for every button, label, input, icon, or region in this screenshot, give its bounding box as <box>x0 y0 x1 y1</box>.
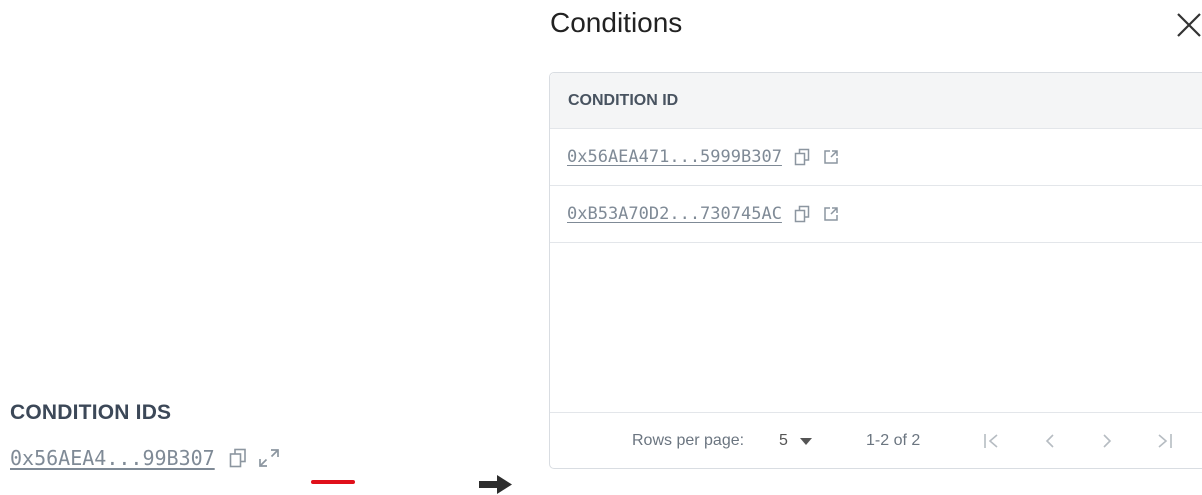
rows-per-page-select[interactable]: 5 <box>779 432 812 450</box>
close-icon[interactable] <box>1176 12 1202 38</box>
condition-id-link[interactable]: 0x56AEA4...99B307 <box>10 446 215 470</box>
copy-icon[interactable] <box>794 148 810 166</box>
column-header-condition-id: CONDITION ID <box>550 73 1202 129</box>
previous-page-icon[interactable] <box>1043 432 1057 450</box>
caret-down-icon <box>799 432 812 450</box>
condition-id-row: 0x56AEA4...99B307 <box>10 446 281 470</box>
pagination-range: 1-2 of 2 <box>866 431 921 449</box>
highlight-underline <box>311 480 355 484</box>
last-page-icon[interactable] <box>1154 432 1174 450</box>
page: CONDITION IDS 0x56AEA4...99B307 Conditio… <box>0 0 1202 495</box>
conditions-table: CONDITION ID 0x56AEA471...5999B307 0xB53… <box>549 72 1202 469</box>
condition-ids-heading: CONDITION IDS <box>10 401 172 424</box>
copy-icon[interactable] <box>229 448 247 468</box>
condition-id-link[interactable]: 0xB53A70D2...730745AC <box>567 204 782 224</box>
arrow-right-icon <box>478 474 514 495</box>
first-page-icon[interactable] <box>982 432 1002 450</box>
table-pagination: Rows per page: 5 1-2 of 2 <box>550 412 1202 468</box>
external-link-icon[interactable] <box>822 205 840 223</box>
rows-per-page-label: Rows per page: <box>632 431 745 449</box>
rows-per-page-value: 5 <box>779 431 788 449</box>
next-page-icon[interactable] <box>1100 432 1114 450</box>
table-row: 0xB53A70D2...730745AC <box>550 186 1202 243</box>
copy-icon[interactable] <box>794 205 810 223</box>
expand-icon[interactable] <box>257 447 281 469</box>
table-row: 0x56AEA471...5999B307 <box>550 129 1202 186</box>
modal-title: Conditions <box>550 7 683 38</box>
condition-id-link[interactable]: 0x56AEA471...5999B307 <box>567 147 782 167</box>
external-link-icon[interactable] <box>822 148 840 166</box>
